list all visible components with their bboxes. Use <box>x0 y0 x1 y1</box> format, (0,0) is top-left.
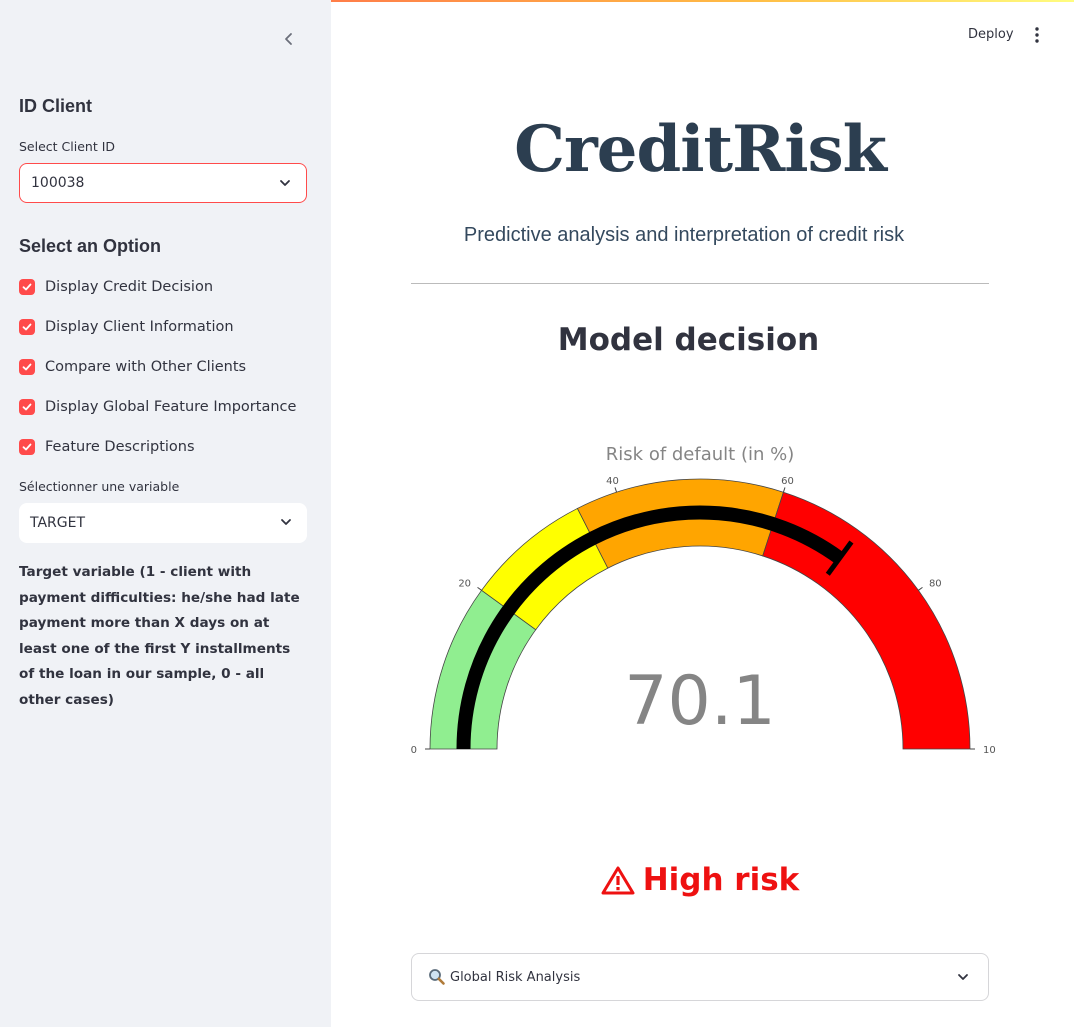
checkmark-icon <box>22 443 32 451</box>
checkbox-checked[interactable] <box>19 439 35 455</box>
gauge-tick-label: 20 <box>458 579 471 590</box>
variable-select-label: Sélectionner une variable <box>19 479 180 494</box>
id-client-heading: ID Client <box>19 96 93 116</box>
divider <box>411 283 989 284</box>
chevron-left-icon <box>285 33 292 45</box>
chevron-down-icon <box>958 974 968 980</box>
gauge-tick <box>477 586 482 591</box>
option-compare-with-other-clients[interactable]: Compare with Other Clients <box>19 357 246 377</box>
gauge-tick <box>782 487 786 493</box>
risk-label: High risk <box>642 862 800 898</box>
section-heading: Model decision <box>557 322 820 358</box>
option-label: Display Client Information <box>45 319 234 335</box>
client-id-select[interactable]: 100038 <box>19 163 307 203</box>
option-feature-descriptions[interactable]: Feature Descriptions <box>19 437 195 457</box>
kebab-menu-icon[interactable] <box>1030 26 1044 44</box>
risk-status: High risk <box>411 862 989 898</box>
gauge-tick <box>614 487 618 493</box>
variable-select-value: TARGET <box>30 515 86 531</box>
checkmark-icon <box>22 403 32 411</box>
checkbox-checked[interactable] <box>19 279 35 295</box>
gauge-title: Risk of default (in %) <box>605 444 795 465</box>
option-label: Display Global Feature Importance <box>45 399 297 415</box>
warning-icon <box>601 866 635 895</box>
gauge-tick-label: 60 <box>781 476 794 487</box>
expander-label: Global Risk Analysis <box>450 969 581 985</box>
gauge-tick-label: 0 <box>411 745 417 756</box>
checkmark-icon <box>22 363 32 371</box>
global-risk-analysis-expander[interactable]: Global Risk Analysis <box>411 953 989 1001</box>
checkmark-icon <box>22 283 32 291</box>
option-label: Compare with Other Clients <box>45 359 247 375</box>
checkbox-checked[interactable] <box>19 359 35 375</box>
collapse-sidebar-button[interactable] <box>278 28 300 50</box>
client-id-select-value: 100038 <box>31 175 85 191</box>
page-subtitle: Predictive analysis and interpretation o… <box>463 224 905 246</box>
variable-select[interactable]: TARGET <box>19 503 307 543</box>
magnifier-icon <box>429 969 445 985</box>
chevron-down-icon <box>280 180 290 186</box>
checkbox-checked[interactable] <box>19 399 35 415</box>
option-display-global-feature-importance[interactable]: Display Global Feature Importance <box>19 397 296 417</box>
checkmark-icon <box>22 323 32 331</box>
gauge-tick-label: 40 <box>606 476 619 487</box>
gauge-tick-label: 80 <box>929 579 942 590</box>
gauge-tick-label: 10 <box>983 745 996 756</box>
chevron-down-icon <box>281 519 291 525</box>
variable-description: Target variable (1 - client with payment… <box>19 564 300 708</box>
checkbox-checked[interactable] <box>19 319 35 335</box>
sidebar: ID Client Select Client ID 100038 Select… <box>0 0 331 1027</box>
option-display-credit-decision[interactable]: Display Credit Decision <box>19 277 213 297</box>
option-label: Display Credit Decision <box>45 279 214 295</box>
option-label: Feature Descriptions <box>45 439 195 455</box>
gauge-value: 70.1 <box>624 662 776 741</box>
deploy-button[interactable]: Deploy <box>968 27 1014 42</box>
options-heading: Select an Option <box>19 236 162 256</box>
gauge-tick <box>918 586 923 591</box>
page-title: CreditRisk <box>514 112 887 187</box>
option-display-client-information[interactable]: Display Client Information <box>19 317 234 337</box>
client-select-label: Select Client ID <box>19 139 116 154</box>
